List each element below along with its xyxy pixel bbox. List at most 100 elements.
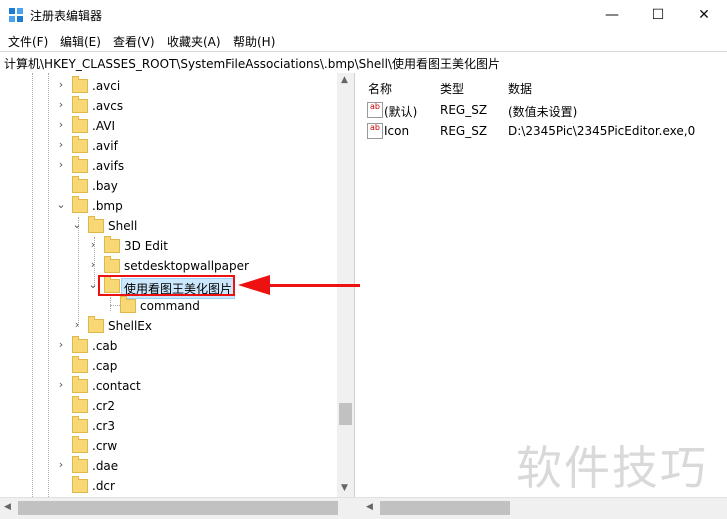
folder-icon: [104, 236, 120, 253]
tree-node-label: ShellEx: [108, 319, 152, 333]
chevron-right-icon[interactable]: ›: [88, 258, 98, 271]
minimize-button[interactable]: —: [589, 0, 635, 30]
window-title: 注册表编辑器: [30, 9, 103, 23]
string-value-icon: ab: [367, 123, 383, 139]
value-type: REG_SZ: [440, 103, 488, 117]
title-bar: 注册表编辑器 — ☐ ✕: [0, 0, 727, 30]
menu-file[interactable]: 文件(F): [8, 33, 48, 50]
scroll-thumb[interactable]: [339, 403, 352, 425]
tree-guide-line: [110, 305, 120, 306]
maximize-button[interactable]: ☐: [635, 0, 681, 30]
menu-favorites[interactable]: 收藏夹(A): [167, 33, 221, 50]
watermark-text: 软件技巧: [516, 441, 708, 495]
column-header-type[interactable]: 类型: [440, 80, 464, 97]
value-row[interactable]: ab (默认) REG_SZ (数值未设置): [360, 100, 727, 120]
tree-node-label: .avif: [92, 139, 118, 153]
tree-node-label: .avcs: [92, 99, 124, 113]
folder-icon: [72, 476, 88, 493]
value-type: REG_SZ: [440, 124, 488, 138]
string-value-icon: ab: [367, 102, 383, 118]
tree-guide-line: [32, 73, 33, 497]
hscroll-thumb[interactable]: [18, 501, 338, 515]
chevron-right-icon[interactable]: ›: [56, 78, 66, 91]
tree-node-label: command: [140, 299, 200, 313]
folder-icon: [72, 436, 88, 453]
scroll-left-icon[interactable]: ◀: [4, 502, 11, 512]
folder-icon: [72, 376, 88, 393]
folder-icon: [72, 196, 88, 213]
annotation-highlight-box: [98, 275, 235, 296]
tree-guide-line: [78, 217, 79, 327]
menu-edit[interactable]: 编辑(E): [60, 33, 101, 50]
value-row[interactable]: ab Icon REG_SZ D:\2345Pic\2345PicEditor.…: [360, 121, 727, 141]
tree-node-label: .cr3: [92, 419, 115, 433]
regedit-app-icon: [9, 8, 23, 22]
folder-icon: [104, 256, 120, 273]
annotation-arrow-line: [268, 284, 360, 287]
tree-guide-line: [48, 73, 49, 497]
folder-icon: [72, 76, 88, 93]
tree-node-label: Shell: [108, 219, 138, 233]
tree-node-label: 3D Edit: [124, 239, 168, 253]
folder-icon: [72, 96, 88, 113]
folder-icon: [72, 176, 88, 193]
folder-icon: [88, 216, 104, 233]
tree-node-label: .cr2: [92, 399, 115, 413]
chevron-down-icon[interactable]: ⌄: [72, 218, 82, 231]
address-path[interactable]: 计算机\HKEY_CLASSES_ROOT\SystemFileAssociat…: [4, 55, 500, 72]
chevron-right-icon[interactable]: ›: [56, 118, 66, 131]
folder-icon: [72, 416, 88, 433]
scroll-up-icon[interactable]: ▲: [341, 75, 348, 85]
hscroll-thumb[interactable]: [380, 501, 510, 515]
tree-node-label: .crw: [92, 439, 118, 453]
address-bar[interactable]: 计算机\HKEY_CLASSES_ROOT\SystemFileAssociat…: [0, 51, 727, 74]
menu-view[interactable]: 查看(V): [113, 33, 155, 50]
tree-node-label: .avci: [92, 79, 121, 93]
tree-node-label: setdesktopwallpaper: [124, 259, 249, 273]
tree-guide-line: [110, 297, 111, 311]
tree-node-label: .bmp: [92, 199, 123, 213]
chevron-right-icon[interactable]: ›: [56, 458, 66, 471]
menu-help[interactable]: 帮助(H): [233, 33, 275, 50]
scroll-down-icon[interactable]: ▼: [341, 483, 348, 493]
folder-icon: [72, 356, 88, 373]
folder-icon: [72, 336, 88, 353]
menu-bar: 文件(F) 编辑(E) 查看(V) 收藏夹(A) 帮助(H): [0, 30, 727, 51]
column-header-data[interactable]: 数据: [508, 80, 532, 97]
value-name: Icon: [384, 124, 410, 138]
tree-node-label: .bay: [92, 179, 118, 193]
chevron-right-icon[interactable]: ›: [88, 238, 98, 251]
folder-icon: [72, 116, 88, 133]
folder-icon: [72, 136, 88, 153]
maximize-icon: ☐: [651, 7, 665, 23]
folder-icon: [72, 456, 88, 473]
close-button[interactable]: ✕: [681, 0, 727, 30]
tree-node-label: .dae: [92, 459, 119, 473]
scroll-left-icon[interactable]: ◀: [366, 502, 373, 512]
annotation-arrow-icon: [238, 275, 270, 295]
tree-node-label: .cap: [92, 359, 118, 373]
chevron-right-icon[interactable]: ›: [56, 158, 66, 171]
chevron-down-icon[interactable]: ⌄: [88, 278, 98, 291]
horizontal-scrollbar[interactable]: ◀ ◀: [0, 497, 727, 519]
tree-node-label: .dcr: [92, 479, 115, 493]
chevron-down-icon[interactable]: ⌄: [56, 198, 66, 211]
tree-node-label: .cab: [92, 339, 118, 353]
folder-icon: [88, 316, 104, 333]
column-header-name[interactable]: 名称: [368, 80, 392, 97]
close-icon: ✕: [698, 7, 710, 23]
tree-node-label: .AVI: [92, 119, 116, 133]
chevron-right-icon[interactable]: ›: [56, 338, 66, 351]
folder-icon: [72, 396, 88, 413]
chevron-right-icon[interactable]: ›: [56, 98, 66, 111]
chevron-right-icon[interactable]: ›: [56, 378, 66, 391]
value-data: D:\2345Pic\2345PicEditor.exe,0: [508, 124, 696, 138]
value-data: (数值未设置): [508, 105, 578, 119]
tree-node-label: .contact: [92, 379, 141, 393]
chevron-right-icon[interactable]: ›: [56, 138, 66, 151]
folder-icon: [120, 296, 136, 313]
tree-node-label: .avifs: [92, 159, 125, 173]
value-name: (默认): [384, 105, 418, 119]
folder-icon: [72, 156, 88, 173]
chevron-right-icon[interactable]: ›: [72, 318, 82, 331]
